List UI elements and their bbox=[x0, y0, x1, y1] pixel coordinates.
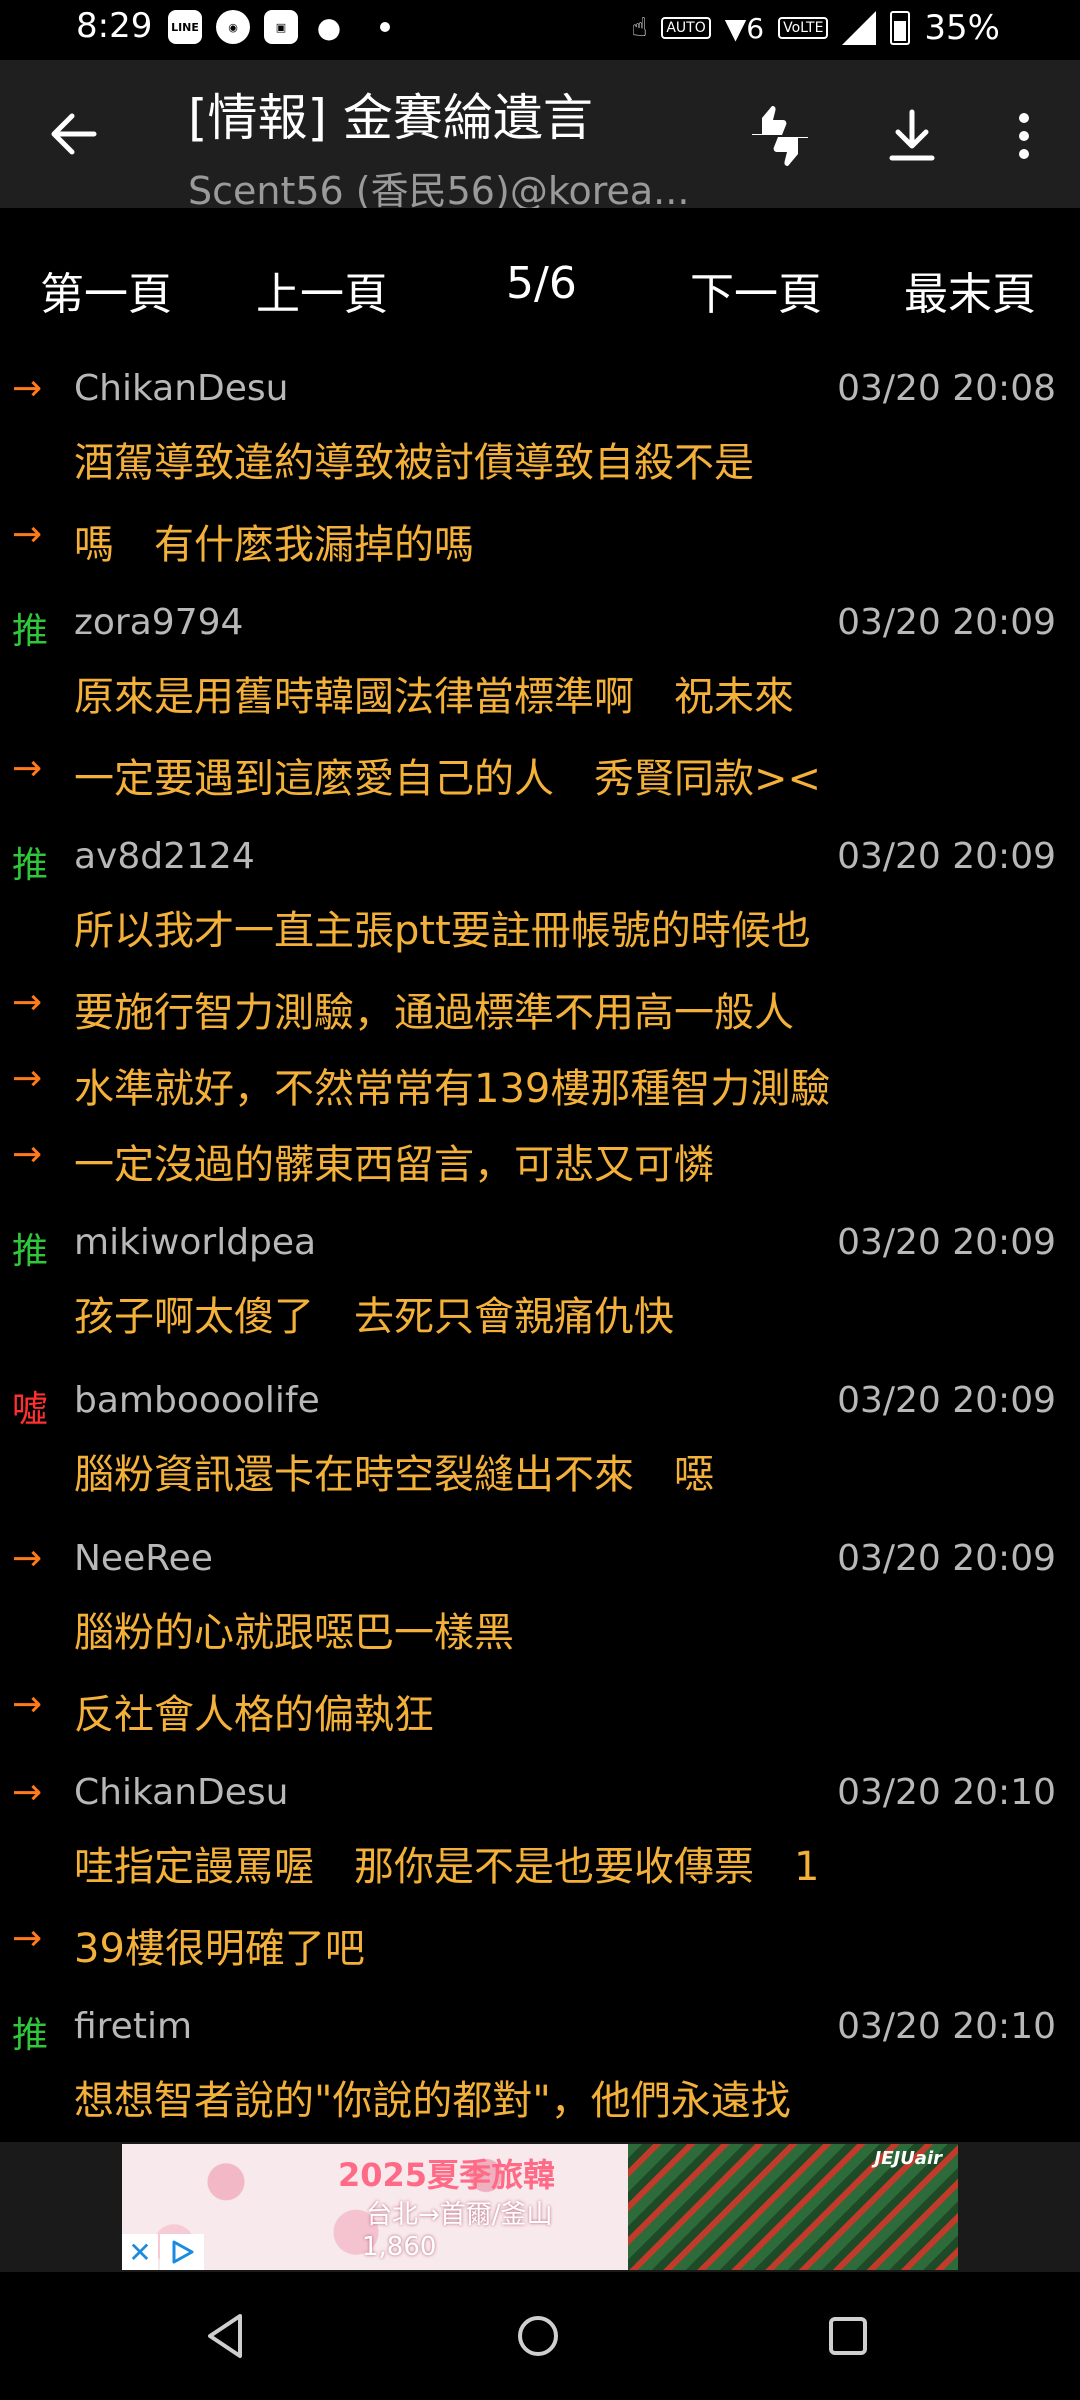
next-page-button[interactable]: 下一頁 bbox=[690, 258, 822, 322]
ad-title: 2025夏季旅韓 bbox=[338, 2156, 556, 2194]
previous-page-button[interactable]: 上一頁 bbox=[256, 258, 388, 322]
comment-text: 腦粉資訊還卡在時空裂縫出不來 噁 bbox=[74, 1452, 714, 1498]
status-bar: 8:29 LINE ◉ ▣ ● ☝ AUTO ▼6 VoLTE 35% bbox=[0, 0, 1080, 60]
download-icon[interactable] bbox=[880, 104, 944, 168]
battery-icon bbox=[890, 11, 911, 45]
dot-icon bbox=[380, 22, 390, 32]
comment-text: 一定沒過的髒東西留言，可悲又可憐 bbox=[74, 1142, 714, 1188]
comment-tag: → bbox=[12, 1538, 43, 1579]
adchoices-icon[interactable] bbox=[160, 2234, 204, 2270]
ad-banner[interactable]: JEJUair 2025夏季旅韓 台北→首爾/釜山 1,860 ✕ bbox=[122, 2144, 958, 2270]
comment-tag: → bbox=[12, 748, 43, 789]
comment-tag: → bbox=[12, 982, 43, 1023]
article-title: [情報] 金賽綸遺言 bbox=[188, 89, 593, 147]
battery-percent: 35% bbox=[924, 8, 1000, 48]
comment-text: 39樓很明確了吧 bbox=[74, 1926, 365, 1972]
comment-user[interactable]: bamboooolife bbox=[74, 1380, 320, 1421]
comment-text: 反社會人格的偏執狂 bbox=[74, 1692, 434, 1738]
system-icons: ☝ AUTO ▼6 VoLTE 35% bbox=[631, 8, 1000, 48]
comment-text: 孩子啊太傻了 去死只會親痛仇快 bbox=[74, 1294, 674, 1340]
current-page-indicator[interactable]: 5/6 bbox=[506, 258, 577, 309]
comment-time: 03/20 20:08 bbox=[837, 368, 1056, 409]
touch-icon: ☝ bbox=[631, 13, 648, 43]
comment-tag: → bbox=[12, 1134, 43, 1175]
comment-time: 03/20 20:09 bbox=[837, 1538, 1056, 1579]
comment-tag: 推 bbox=[12, 2015, 49, 2056]
comment-list: → ChikanDesu 03/20 20:08 酒駕導致違約導致被討債導致自殺… bbox=[0, 358, 1080, 2142]
nav-recents-icon[interactable] bbox=[818, 2306, 878, 2366]
comment-user[interactable]: zora9794 bbox=[74, 602, 243, 643]
comment-tag: → bbox=[12, 368, 43, 409]
ad-brand-logo: JEJUair bbox=[874, 2148, 943, 2169]
comment-text: 酒駕導致違約導致被討債導致自殺不是 bbox=[74, 440, 754, 486]
app-icon: ▣ bbox=[264, 10, 298, 44]
ad-route: 台北→首爾/釜山 bbox=[366, 2200, 553, 2230]
system-nav-bar bbox=[0, 2272, 1080, 2400]
pagination: 第一頁 上一頁 5/6 下一頁 最末頁 bbox=[0, 208, 1080, 358]
comment-time: 03/20 20:09 bbox=[837, 836, 1056, 877]
auto-hz-icon: AUTO bbox=[661, 17, 711, 39]
comment-text: 要施行智力測驗，通過標準不用高一般人 bbox=[74, 990, 794, 1036]
comment-time: 03/20 20:10 bbox=[837, 1772, 1056, 1813]
nav-back-icon[interactable] bbox=[196, 2306, 256, 2366]
back-arrow-icon[interactable] bbox=[44, 104, 104, 164]
comment-text: 想想智者說的"你說的都對"，他們永遠找 bbox=[74, 2078, 791, 2124]
app-bar: [情報] 金賽綸遺言 Scent56 (香民56)@korea... bbox=[0, 60, 1080, 213]
app-badge-icon: ◉ bbox=[216, 10, 250, 44]
comment-tag: → bbox=[12, 1058, 43, 1099]
comment-text: 水準就好，不然常常有139樓那種智力測驗 bbox=[74, 1066, 831, 1112]
reddit-icon: ● bbox=[316, 10, 342, 44]
nav-home-icon[interactable] bbox=[508, 2306, 568, 2366]
comment-tag: 噓 bbox=[12, 1389, 49, 1430]
comment-user[interactable]: av8d2124 bbox=[74, 836, 255, 877]
comment-tag: → bbox=[12, 514, 43, 555]
notification-icons: LINE ◉ ▣ ● bbox=[168, 10, 390, 44]
comment-user[interactable]: NeeRee bbox=[74, 1538, 213, 1579]
comment-text: 哇指定謾罵喔 那你是不是也要收傳票 1 bbox=[74, 1844, 820, 1890]
line-icon: LINE bbox=[168, 10, 202, 44]
comment-text: 嗎 有什麼我漏掉的嗎 bbox=[74, 522, 474, 568]
comment-time: 03/20 20:09 bbox=[837, 1222, 1056, 1263]
comment-time: 03/20 20:09 bbox=[837, 1380, 1056, 1421]
wifi-6-icon: ▼6 bbox=[724, 11, 765, 45]
comment-text: 所以我才一直主張ptt要註冊帳號的時候也 bbox=[74, 908, 811, 954]
comment-user[interactable]: ChikanDesu bbox=[74, 1772, 289, 1813]
comment-text: 原來是用舊時韓國法律當標準啊 祝未來 bbox=[74, 674, 794, 720]
comment-user[interactable]: firetim bbox=[74, 2006, 192, 2047]
comment-tag: 推 bbox=[12, 1231, 49, 1272]
status-time: 8:29 bbox=[76, 6, 153, 46]
signal-icon bbox=[842, 11, 877, 45]
thumbs-up-down-icon[interactable] bbox=[748, 104, 812, 168]
comment-time: 03/20 20:10 bbox=[837, 2006, 1056, 2047]
comment-tag: → bbox=[12, 1918, 43, 1959]
close-icon[interactable]: ✕ bbox=[122, 2234, 158, 2270]
comment-user[interactable]: mikiworldpea bbox=[74, 1222, 316, 1263]
first-page-button[interactable]: 第一頁 bbox=[40, 258, 172, 322]
ad-price: 1,860 bbox=[362, 2232, 437, 2262]
comment-text: 一定要遇到這麼愛自己的人 秀賢同款>< bbox=[74, 756, 822, 802]
comment-tag: 推 bbox=[12, 845, 49, 886]
more-vert-icon[interactable] bbox=[992, 104, 1056, 168]
comment-user[interactable]: ChikanDesu bbox=[74, 368, 289, 409]
last-page-button[interactable]: 最末頁 bbox=[904, 258, 1036, 322]
comment-tag: → bbox=[12, 1772, 43, 1813]
comment-text: 腦粉的心就跟噁巴一樣黑 bbox=[74, 1610, 514, 1656]
article-author: Scent56 (香民56)@korea... bbox=[188, 169, 688, 213]
comment-time: 03/20 20:09 bbox=[837, 602, 1056, 643]
comment-tag: 推 bbox=[12, 611, 49, 652]
comment-tag: → bbox=[12, 1684, 43, 1725]
volte-icon: VoLTE bbox=[778, 17, 829, 39]
